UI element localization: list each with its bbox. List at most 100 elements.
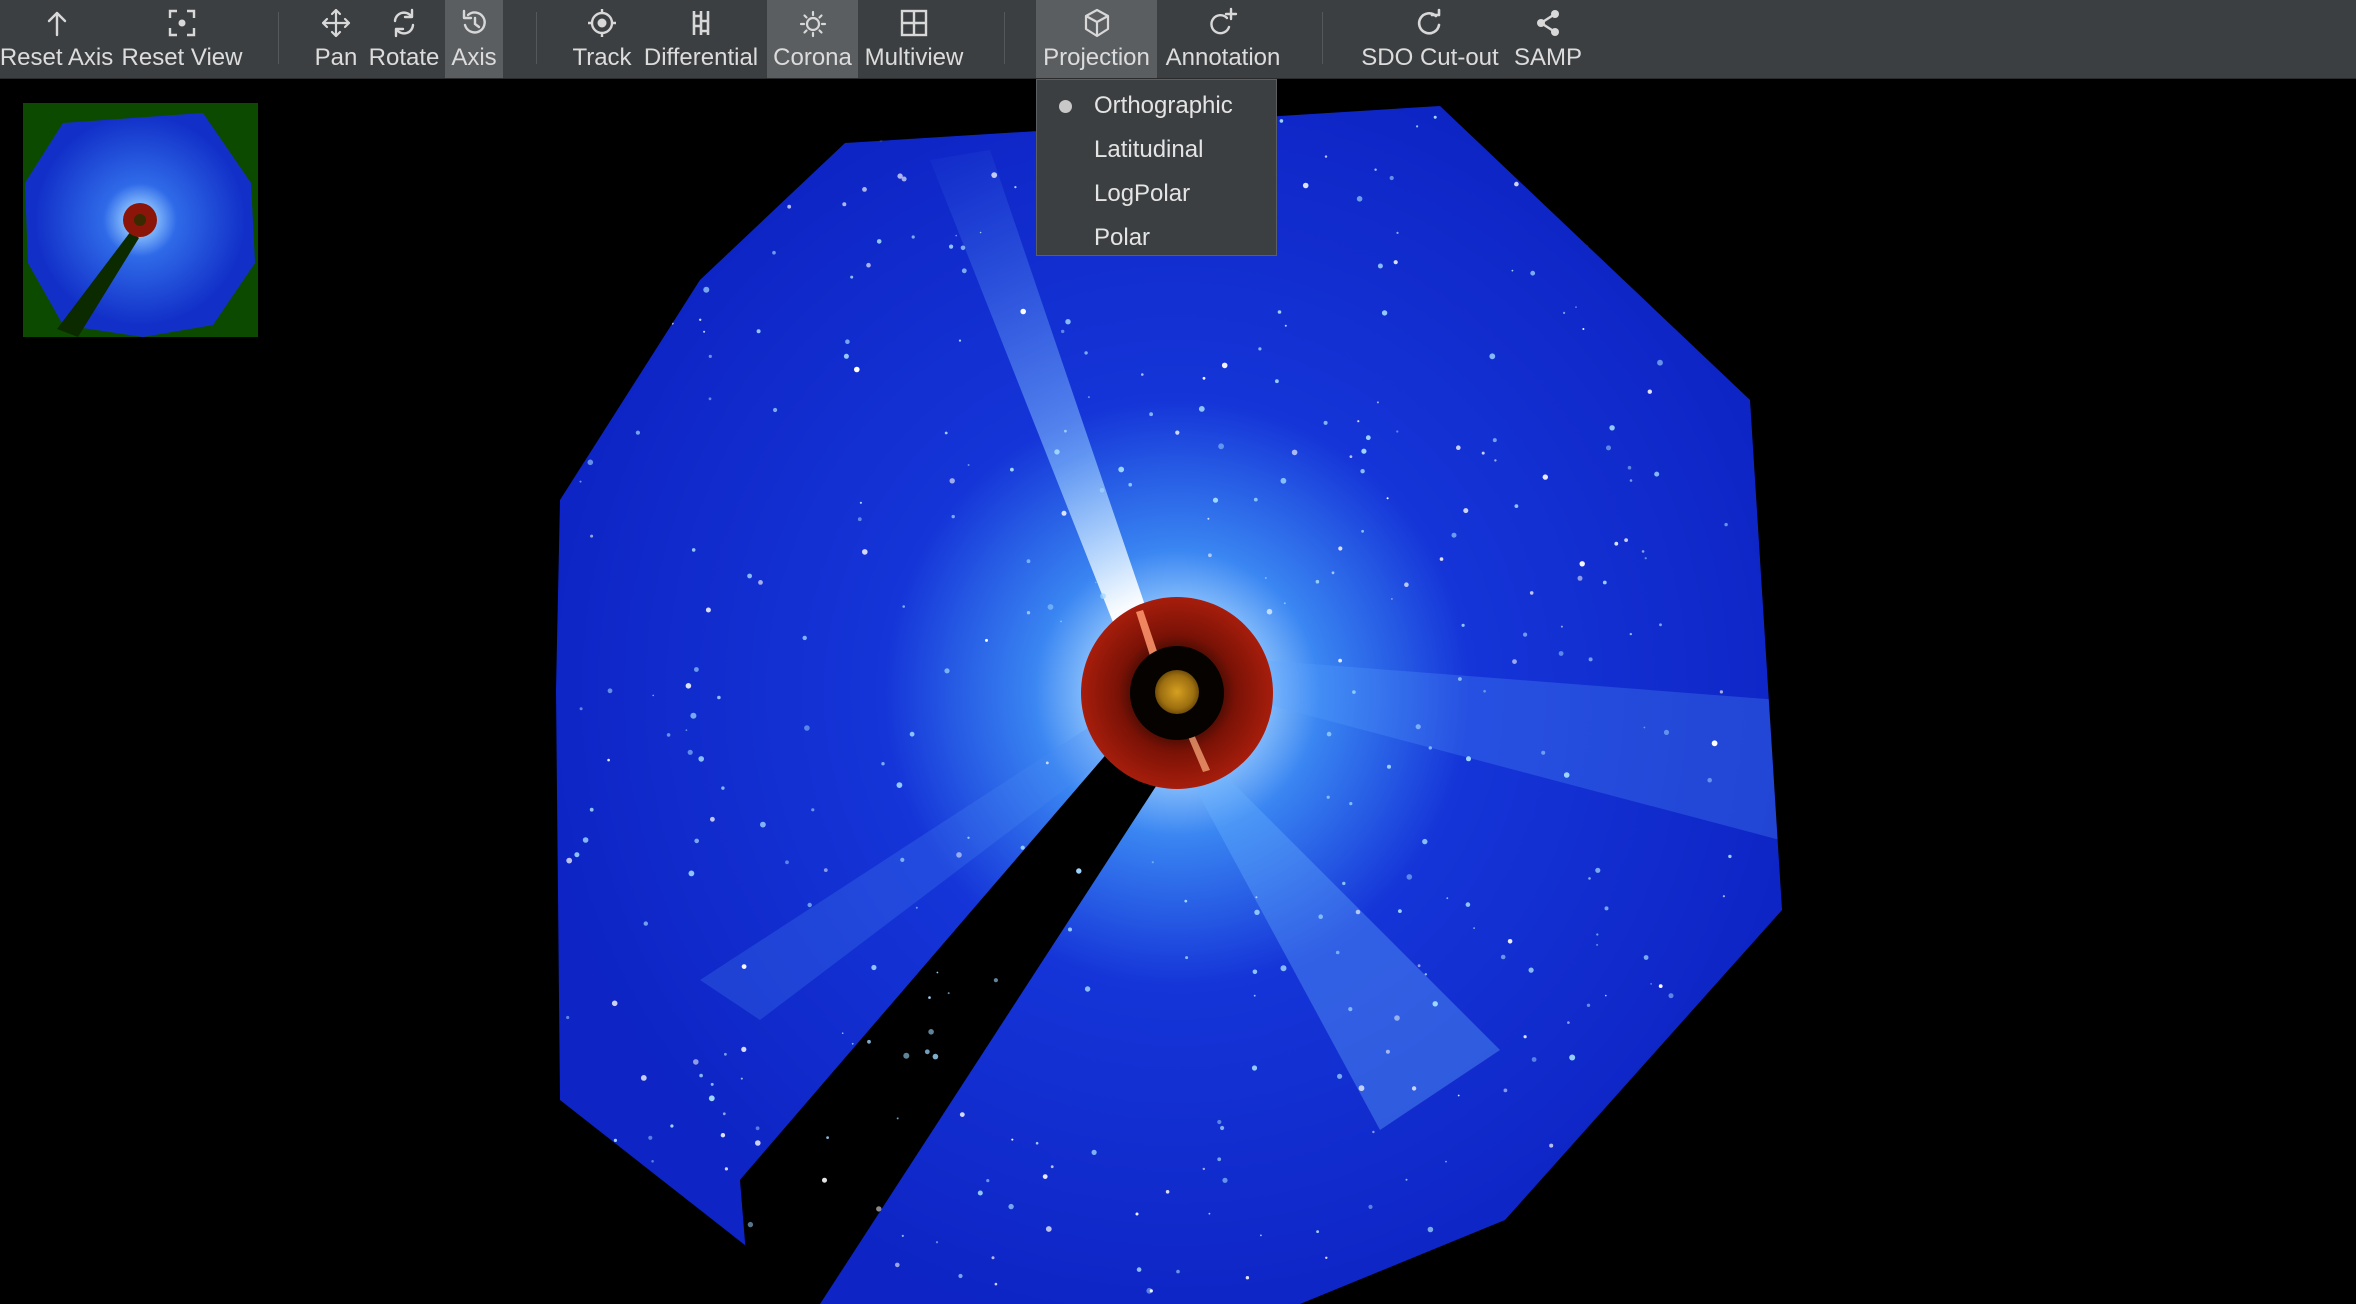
star [1184,899,1188,903]
star [1136,1267,1142,1272]
star [1659,623,1662,627]
menu-item-label: Orthographic [1094,92,1233,119]
star [823,868,828,872]
toolbar-separator [278,12,279,64]
star [1677,1116,1681,1121]
menu-item-polar[interactable]: Polar [1037,216,1276,260]
star [967,464,970,466]
star [993,978,999,983]
star [741,964,747,969]
star [1569,1054,1576,1061]
star [935,1241,939,1244]
toolbar-separator [536,12,537,64]
star [1280,965,1287,972]
star [648,1135,653,1140]
focus-frame-icon [166,6,198,40]
star [1750,407,1756,413]
axis-button[interactable]: Axis [445,0,503,78]
star [1045,1226,1052,1232]
star [1254,909,1260,915]
star [703,330,706,333]
star [960,245,966,251]
star [1302,182,1309,189]
menu-item-label: Latitudinal [1094,136,1204,163]
star [1251,1065,1258,1071]
star [944,668,950,674]
reset-axis-button[interactable]: Reset Axis [0,0,113,78]
star [811,808,815,812]
sun-icon [797,6,829,40]
track-label: Track [572,44,632,71]
rotate-button[interactable]: Rotate [366,0,442,78]
star [1175,430,1180,435]
star [1118,466,1125,473]
star [854,366,860,373]
reset-view-button[interactable]: Reset View [118,0,246,78]
track-button[interactable]: Track [568,0,636,78]
star [1587,1280,1591,1284]
menu-item-orthographic[interactable]: Orthographic [1037,84,1276,128]
star [862,549,868,555]
star [1091,1149,1097,1155]
star [969,115,972,118]
star [961,268,967,274]
solar-corona-viewer[interactable] [0,79,2356,1304]
star [699,1073,703,1078]
crosshair-icon [586,6,618,40]
overview-thumbnail[interactable] [23,103,258,337]
star [575,229,580,234]
star [1424,973,1428,976]
star [807,902,812,908]
star [862,187,867,192]
star [1457,1094,1460,1097]
projection-button[interactable]: Projection [1036,0,1157,78]
pan-label: Pan [314,44,358,71]
star [928,996,931,999]
star [579,318,583,321]
star [1549,1143,1554,1148]
menu-item-logpolar[interactable]: LogPolar [1037,172,1276,216]
star [1076,868,1082,874]
star [1060,620,1062,623]
pan-button[interactable]: Pan [309,0,363,78]
star [1404,582,1409,587]
star [822,1177,827,1183]
menu-item-label: Polar [1094,224,1151,251]
star [1417,964,1421,968]
star [640,1075,647,1081]
star [607,688,613,694]
star [1606,445,1611,451]
star [967,836,970,839]
star [935,111,938,115]
star [1433,115,1437,119]
star [876,1206,882,1212]
menu-item-latitudinal[interactable]: Latitudinal [1037,128,1276,172]
multiview-button[interactable]: Multiview [861,0,967,78]
star [1531,1057,1537,1062]
star [1212,497,1219,503]
star [1698,340,1704,345]
star [1372,1130,1375,1134]
samp-button[interactable]: SAMP [1508,0,1588,78]
star [1570,1188,1577,1195]
star [1528,967,1534,973]
corona-button[interactable]: Corona [767,0,858,78]
star [932,1053,939,1060]
star [1342,881,1346,886]
annotation-label: Annotation [1165,44,1281,71]
star [1149,412,1153,417]
star [1458,677,1462,681]
star [1582,328,1585,330]
star [1352,690,1356,694]
annotation-button[interactable]: Annotation [1160,0,1286,78]
star [1655,1083,1659,1086]
star [1631,191,1637,197]
star [1654,471,1660,477]
star [1355,909,1361,915]
differential-button[interactable]: Differential [640,0,762,78]
star [1141,373,1144,376]
star [772,250,776,255]
star [1627,465,1632,470]
star [1396,430,1399,433]
sdo-cutout-button[interactable]: SDO Cut-out [1356,0,1504,78]
